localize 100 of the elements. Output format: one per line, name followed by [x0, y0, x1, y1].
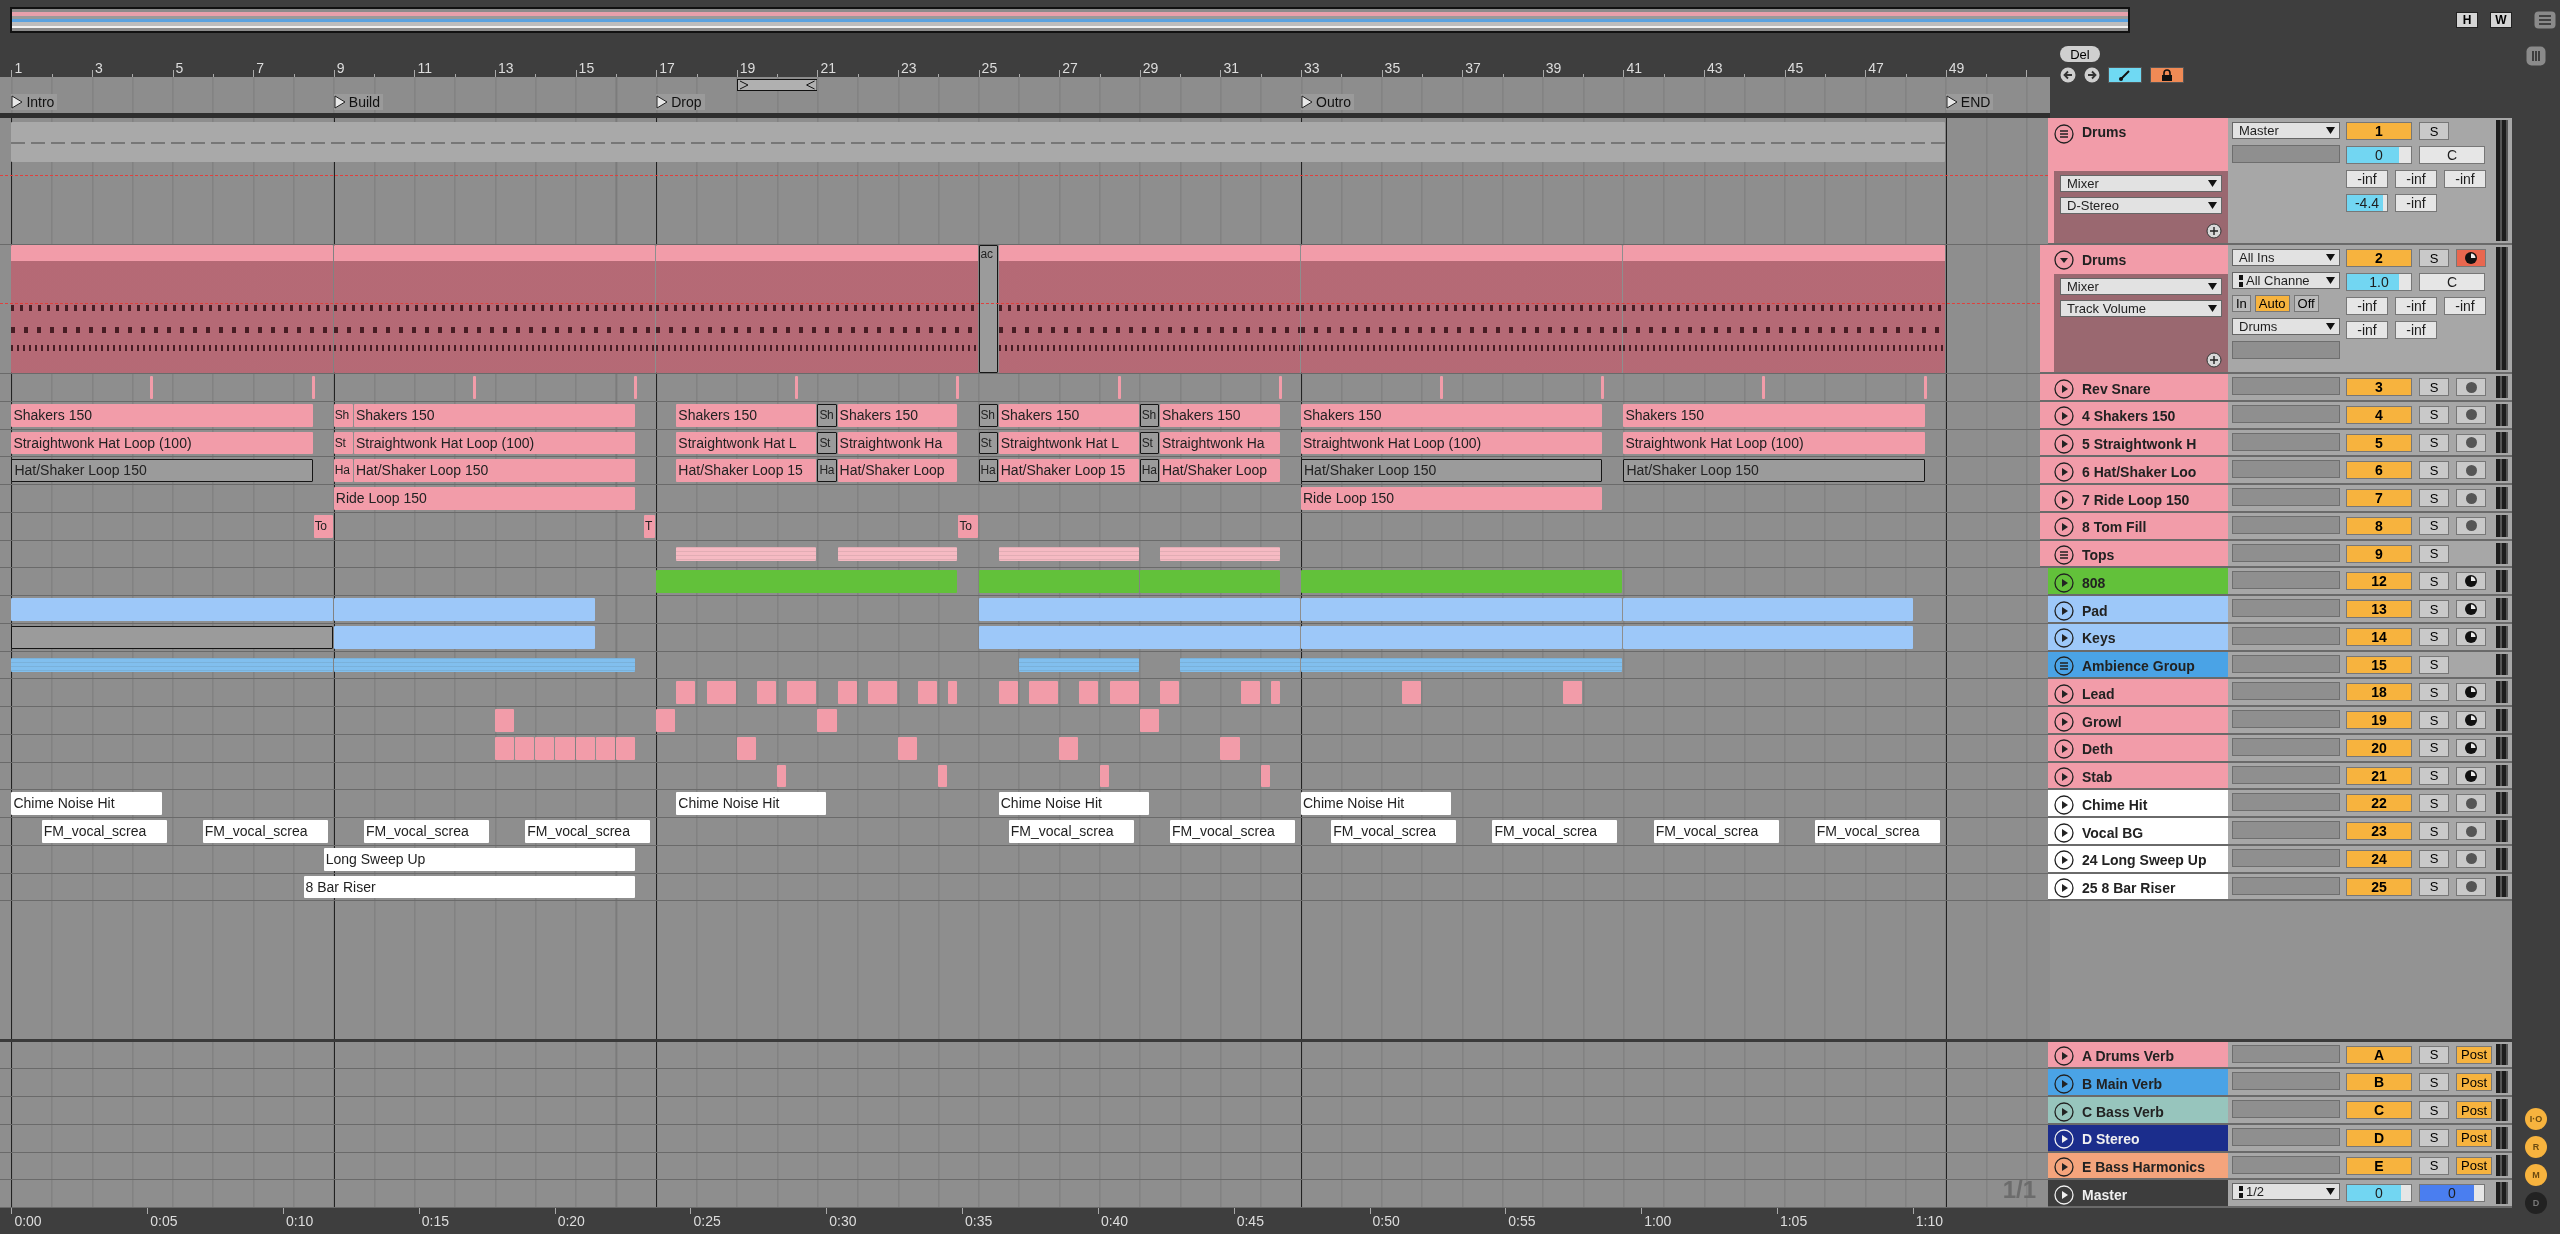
midi-clip[interactable]: [676, 681, 696, 704]
send-mode-button[interactable]: Post: [2456, 1045, 2492, 1064]
solo-button[interactable]: S: [2419, 1128, 2449, 1147]
audio-clip[interactable]: FM_vocal_screa: [1008, 820, 1134, 843]
track-header[interactable]: E Bass Harmonics: [2048, 1152, 2228, 1179]
play-icon[interactable]: [2054, 767, 2074, 787]
track-header[interactable]: Drums Mixer Track Volume: [2048, 245, 2228, 372]
group-clip[interactable]: [1159, 546, 1280, 562]
midi-clip[interactable]: [1562, 681, 1583, 704]
add-lane-icon[interactable]: [2206, 352, 2222, 368]
midi-clip[interactable]: [1079, 681, 1099, 704]
send-mode-button[interactable]: Post: [2456, 1073, 2492, 1092]
solo-button[interactable]: S: [2419, 877, 2449, 896]
track-activator-button[interactable]: 23: [2346, 822, 2412, 840]
solo-button[interactable]: S: [2419, 433, 2449, 452]
arm-button[interactable]: [2456, 249, 2486, 267]
play-icon[interactable]: [2054, 461, 2074, 482]
track-activator-button[interactable]: B: [2346, 1073, 2412, 1092]
track-activator-button[interactable]: 7: [2346, 489, 2412, 507]
locator-marker[interactable]: Drop: [656, 94, 705, 110]
view-toggle-button[interactable]: M: [2525, 1164, 2547, 1186]
track-header[interactable]: 6 Hat/Shaker Loo: [2048, 457, 2228, 483]
midi-clip[interactable]: [978, 570, 1139, 593]
solo-button[interactable]: S: [2419, 1156, 2449, 1175]
track-activator-button[interactable]: 15: [2346, 655, 2412, 674]
track-header[interactable]: D Stereo: [2048, 1124, 2228, 1151]
track-activator-button[interactable]: 12: [2346, 572, 2412, 591]
midi-clip[interactable]: [978, 625, 1300, 649]
play-icon[interactable]: [2054, 683, 2074, 704]
send-control[interactable]: -inf: [2346, 321, 2388, 339]
play-icon[interactable]: [2054, 1046, 2074, 1066]
solo-button[interactable]: S: [2419, 1101, 2449, 1119]
arm-button[interactable]: [2456, 711, 2486, 729]
midi-clip[interactable]: [495, 709, 515, 732]
solo-button[interactable]: S: [2419, 1045, 2449, 1064]
audio-clip[interactable]: Hat/Shaker Loop 150: [1301, 459, 1603, 482]
track-header[interactable]: Deth: [2048, 734, 2228, 761]
audio-clip[interactable]: FM_vocal_screa: [525, 820, 651, 843]
play-icon[interactable]: [2054, 794, 2074, 815]
play-icon[interactable]: [2054, 711, 2074, 732]
track-header[interactable]: Growl: [2048, 707, 2228, 733]
midi-clip[interactable]: [495, 736, 515, 760]
midi-clip[interactable]: [656, 709, 676, 732]
group-clip[interactable]: [11, 657, 333, 673]
audio-clip[interactable]: [1117, 376, 1121, 399]
audio-clip[interactable]: Hat/Shaker Loop 150: [353, 459, 636, 482]
audio-clip[interactable]: [1278, 376, 1282, 399]
view-toggle-button[interactable]: I·O: [2525, 1108, 2547, 1130]
midi-clip[interactable]: [736, 736, 756, 760]
audio-clip[interactable]: Sh: [1139, 403, 1159, 427]
audio-clip[interactable]: Ride Loop 150: [1301, 487, 1603, 510]
audio-clip[interactable]: Straightwonk Hat L: [676, 431, 817, 455]
solo-button[interactable]: S: [2419, 822, 2449, 840]
audio-clip[interactable]: Straightwonk Ha: [1159, 431, 1280, 455]
midi-clip[interactable]: [998, 245, 1300, 373]
group-icon[interactable]: [2054, 545, 2074, 565]
solo-button[interactable]: S: [2419, 794, 2449, 813]
solo-button[interactable]: S: [2419, 627, 2449, 646]
track-header[interactable]: A Drums Verb: [2048, 1041, 2228, 1068]
audio-clip[interactable]: FM_vocal_screa: [1814, 820, 1940, 843]
midi-clip[interactable]: [595, 736, 615, 760]
locator-marker[interactable]: Intro: [11, 94, 58, 110]
play-icon[interactable]: [2054, 600, 2074, 621]
midi-clip[interactable]: [1220, 736, 1240, 760]
audio-clip[interactable]: Sh: [817, 403, 837, 427]
midi-clip[interactable]: [898, 736, 918, 760]
track-activator-button[interactable]: 24: [2346, 849, 2412, 868]
play-icon[interactable]: [2054, 434, 2074, 454]
locator-marker[interactable]: END: [1945, 94, 1994, 110]
panel-icon[interactable]: [2526, 46, 2546, 66]
track-header[interactable]: Pad: [2048, 596, 2228, 622]
midi-clip[interactable]: [515, 736, 535, 760]
midi-clip[interactable]: [777, 764, 787, 788]
arm-button[interactable]: [2456, 683, 2486, 702]
midi-clip[interactable]: [756, 681, 777, 704]
view-toggle-button[interactable]: W: [2490, 12, 2512, 28]
midi-clip[interactable]: [1623, 625, 1913, 649]
track-activator-button[interactable]: 20: [2346, 738, 2412, 757]
audio-clip[interactable]: Shakers 150: [837, 403, 958, 427]
track-header[interactable]: C Bass Verb: [2048, 1097, 2228, 1123]
view-toggle-button[interactable]: H: [2456, 12, 2478, 28]
track-activator-button[interactable]: 13: [2346, 600, 2412, 618]
group-clip[interactable]: [1180, 657, 1300, 673]
audio-clip[interactable]: FM_vocal_screa: [41, 820, 167, 843]
monitor-button[interactable]: In: [2232, 295, 2251, 312]
midi-clip[interactable]: [11, 598, 333, 621]
arm-button[interactable]: [2456, 738, 2486, 757]
volume-slider[interactable]: 0: [2346, 146, 2412, 164]
audio-clip[interactable]: [956, 376, 960, 399]
track-header[interactable]: 4 Shakers 150: [2048, 401, 2228, 428]
audio-clip[interactable]: Shakers 150: [1301, 403, 1603, 427]
audio-clip[interactable]: [311, 376, 315, 399]
midi-clip[interactable]: [1159, 681, 1180, 704]
track-header[interactable]: 5 Straightwonk H: [2048, 429, 2228, 456]
midi-clip[interactable]: [11, 245, 333, 373]
track-activator-button[interactable]: 4: [2346, 405, 2412, 424]
midi-clip[interactable]: [867, 681, 897, 704]
monitor-button[interactable]: Auto: [2254, 295, 2290, 312]
audio-clip[interactable]: Straightwonk Ha: [837, 431, 958, 455]
audio-clip[interactable]: [472, 376, 476, 399]
